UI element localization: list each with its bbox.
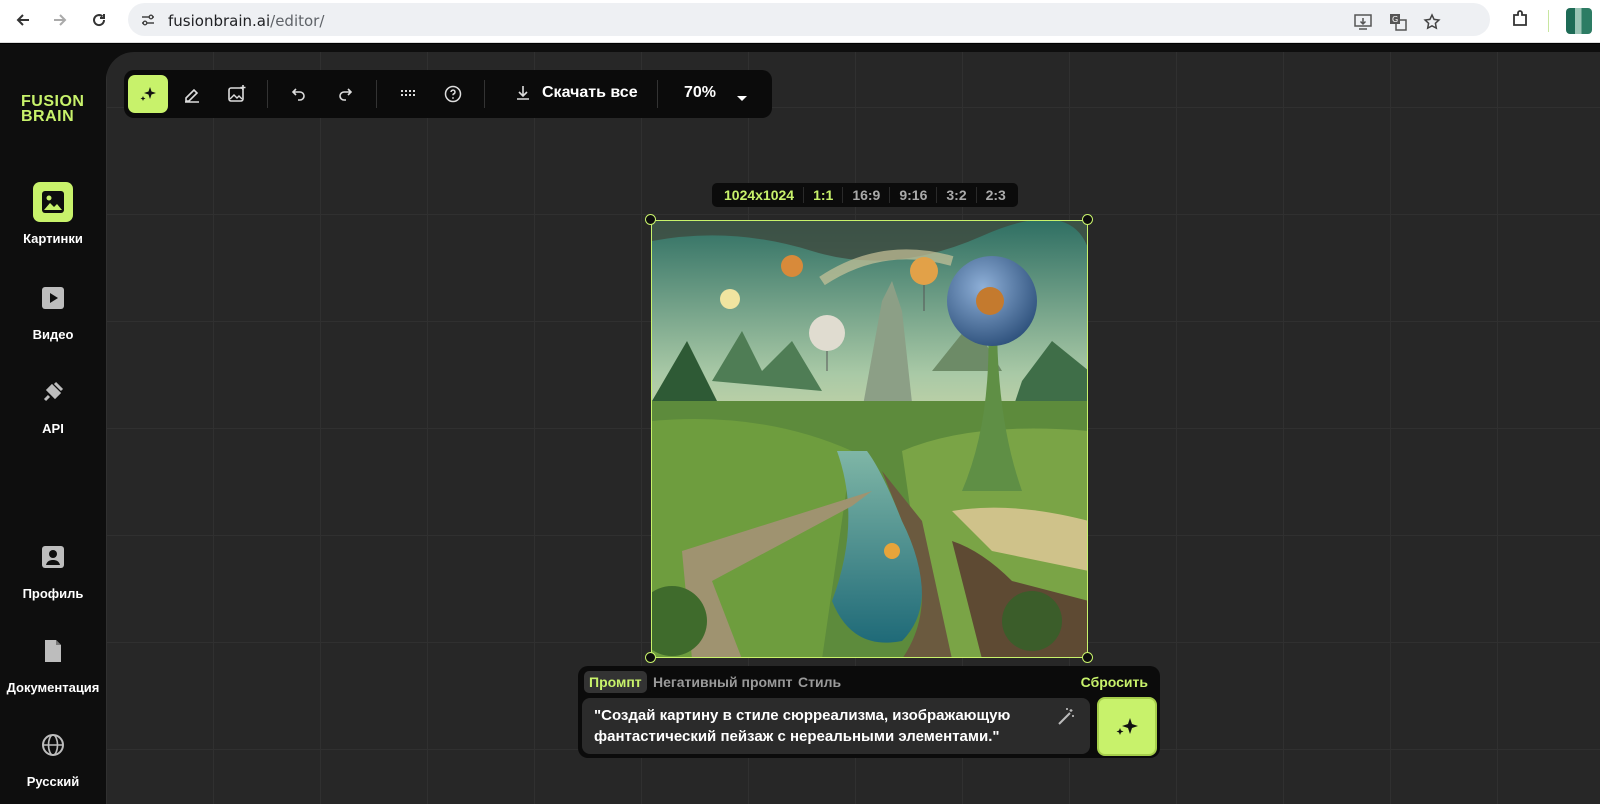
resolution-label: 1024x1024 (715, 187, 805, 203)
address-bar[interactable]: fusionbrain.ai/editor/ G (128, 3, 1490, 36)
ratio-option-2-3[interactable]: 2:3 (977, 187, 1015, 203)
tab-style[interactable]: Стиль (793, 671, 846, 693)
prompt-panel: Промпт Негативный промпт Стиль Сбросить … (578, 666, 1160, 758)
magic-wand-icon[interactable] (1056, 707, 1076, 732)
editor-toolbar: Скачать все 70% (124, 70, 772, 118)
sidebar-item-api[interactable]: API (0, 372, 106, 436)
sidebar-item-language[interactable]: Русский (0, 725, 106, 789)
add-image-button[interactable] (217, 75, 257, 113)
add-image-icon (228, 85, 246, 102)
fusion-brain-logo[interactable]: FUSION BRAIN (21, 93, 85, 125)
eraser-icon (185, 88, 199, 103)
plug-icon (33, 372, 73, 412)
profile-icon (33, 537, 73, 577)
resize-handle-top-left[interactable] (645, 214, 656, 225)
sparkle-icon (1116, 717, 1138, 735)
toolbar-divider (376, 80, 377, 108)
aspect-ratio-bar: 1024x1024 1:1 16:9 9:16 3:2 2:3 (712, 183, 1018, 207)
forward-button[interactable] (46, 6, 74, 34)
tab-negative-prompt[interactable]: Негативный промпт (648, 671, 798, 693)
resize-handle-bottom-left[interactable] (645, 652, 656, 663)
url-host: fusionbrain.ai (168, 12, 271, 30)
sidebar-item-profile[interactable]: Профиль (0, 537, 106, 601)
sidebar-item-label: Документация (6, 680, 100, 695)
toolbar-divider (657, 80, 658, 108)
sidebar-item-label: Картинки (23, 231, 83, 246)
sidebar-item-video[interactable]: Видео (0, 278, 106, 342)
redo-icon (339, 88, 353, 101)
sidebar-item-docs[interactable]: Документация (0, 631, 106, 695)
reset-button[interactable]: Сбросить (1081, 674, 1148, 690)
arrow-left-icon (16, 14, 29, 26)
keyboard-shortcuts-button[interactable] (388, 75, 428, 113)
reload-icon (93, 14, 106, 27)
sidebar-item-label: API (42, 421, 64, 436)
download-icon (517, 86, 529, 100)
toolbar-divider (484, 80, 485, 108)
ratio-option-3-2[interactable]: 3:2 (937, 187, 977, 203)
bookmark-star-icon[interactable] (1420, 10, 1444, 34)
reload-button[interactable] (85, 6, 113, 34)
sidebar-item-label: Видео (32, 327, 74, 342)
document-icon (33, 631, 73, 671)
ratio-option-16-9[interactable]: 16:9 (843, 187, 891, 203)
sidebar-item-label: Русский (26, 774, 80, 789)
toolbar-divider (1548, 10, 1549, 32)
ratio-option-1-1[interactable]: 1:1 (804, 187, 844, 203)
url-text: fusionbrain.ai/editor/ (168, 12, 324, 30)
sidebar: FUSION BRAIN Картинки Видео API Профиль … (0, 44, 106, 804)
install-app-icon[interactable] (1351, 10, 1375, 34)
zoom-level[interactable]: 70% (684, 84, 716, 102)
video-play-icon (33, 278, 73, 318)
download-all-label: Скачать все (542, 84, 638, 101)
prompt-input[interactable]: "Создай картину в стиле сюрреализма, изо… (582, 698, 1090, 754)
svg-text:G: G (1392, 15, 1398, 24)
eraser-tool-button[interactable] (172, 75, 212, 113)
app: FUSION BRAIN Картинки Видео API Профиль … (0, 44, 1600, 804)
undo-button[interactable] (279, 75, 319, 113)
translate-icon[interactable]: G (1386, 10, 1410, 34)
site-settings-icon[interactable] (138, 10, 158, 30)
extensions-icon[interactable] (1508, 7, 1532, 31)
logo-line-2: BRAIN (21, 108, 75, 125)
profile-avatar[interactable] (1566, 8, 1592, 34)
sparkle-icon (140, 87, 156, 101)
generated-image[interactable] (651, 220, 1088, 658)
prompt-text[interactable]: "Создай картину в стиле сюрреализма, изо… (594, 705, 1044, 747)
back-button[interactable] (9, 6, 37, 34)
url-path: /editor/ (270, 12, 325, 30)
globe-icon (33, 725, 73, 765)
chevron-down-icon[interactable] (736, 90, 748, 108)
download-all-button[interactable]: Скачать все (514, 84, 638, 102)
help-button[interactable] (433, 75, 473, 113)
resize-handle-bottom-right[interactable] (1082, 652, 1093, 663)
redo-button[interactable] (325, 75, 365, 113)
keyboard-icon (401, 90, 415, 96)
browser-toolbar: fusionbrain.ai/editor/ G (0, 0, 1600, 43)
generate-tool-button[interactable] (128, 75, 168, 113)
arrow-right-icon (54, 14, 67, 26)
ratio-option-9-16[interactable]: 9:16 (890, 187, 938, 203)
sidebar-item-images[interactable]: Картинки (0, 182, 106, 246)
help-icon (444, 85, 462, 103)
surreal-landscape-image (652, 221, 1087, 657)
resize-handle-top-right[interactable] (1082, 214, 1093, 225)
tab-prompt[interactable]: Промпт (584, 671, 647, 693)
logo-line-1: FUSION (21, 93, 85, 110)
image-icon (33, 182, 73, 222)
toolbar-divider (267, 80, 268, 108)
sidebar-item-label: Профиль (22, 586, 84, 601)
undo-icon (291, 88, 305, 101)
generate-button[interactable] (1097, 697, 1157, 756)
